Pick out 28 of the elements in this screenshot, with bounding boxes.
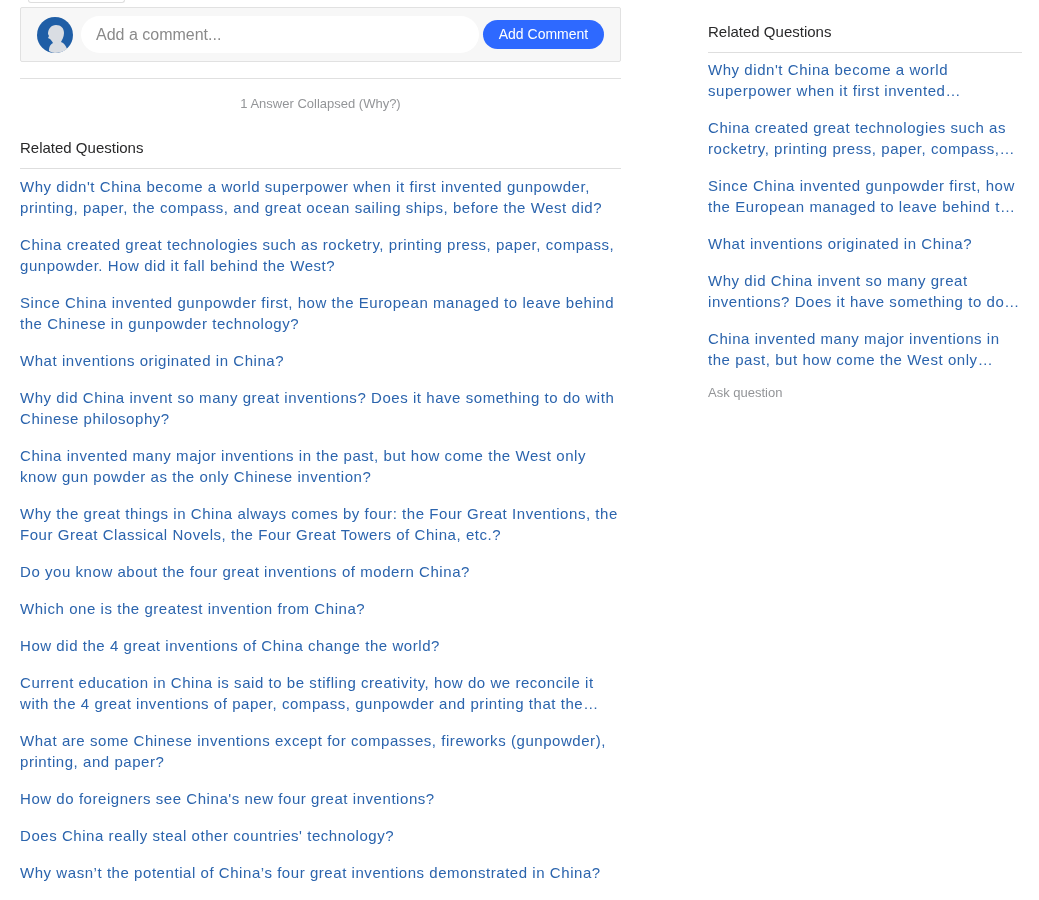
question-link[interactable]: Why didn't China become a world superpower when it first invented gunpowder, printing, paper, the compass, and great ocean sailing ships, before the West did?	[20, 176, 621, 218]
question-link[interactable]: China invented many major inventions in the past, but how come the West only…	[708, 328, 1022, 370]
cut-off-button[interactable]	[28, 0, 125, 3]
question-link[interactable]: Why the great things in China always comes by four: the Four Great Inventions, the Four Great Classical Novels, the Four Great Towers of China, etc.?	[20, 503, 621, 545]
question-link[interactable]: China created great technologies such as rocketry, printing press, paper, compass, gunpowder. How did it fall behind the West?	[20, 234, 621, 276]
question-link[interactable]: Why didn't China become a world superpower when it first invented…	[708, 59, 1022, 101]
question-link[interactable]: China invented many major inventions in the past, but how come the West only know gun powder as the only Chinese invention?	[20, 445, 621, 487]
question-link[interactable]: Current education in China is said to be stifling creativity, how do we reconcile it with the 4 great inventions of paper, compass, gunpowder and printing that the…	[20, 672, 621, 714]
section-heading: Related Questions	[20, 139, 144, 156]
section-heading: Related Questions	[708, 23, 832, 40]
add-comment-button[interactable]: Add Comment	[483, 20, 604, 49]
question-link[interactable]: Do you know about the four great inventions of modern China?	[20, 561, 621, 582]
question-link[interactable]: Why did China invent so many great inventions? Does it have something to do…	[708, 270, 1022, 312]
question-link[interactable]: What inventions originated in China?	[20, 350, 621, 371]
question-link[interactable]: Why wasn’t the potential of China’s four great inventions demonstrated in China?	[20, 862, 621, 883]
question-link[interactable]: Which one is the greatest invention from China?	[20, 598, 621, 619]
question-link[interactable]: Does China really steal other countries' technology?	[20, 825, 621, 846]
question-link[interactable]: China created great technologies such as rocketry, printing press, paper, compass,…	[708, 117, 1022, 159]
question-link[interactable]: Why did China invent so many great inventions? Does it have something to do with Chinese philosophy?	[20, 387, 621, 429]
question-link[interactable]: What inventions originated in China?	[708, 233, 1022, 254]
question-link[interactable]: Since China invented gunpowder first, how the European managed to leave behind t…	[708, 175, 1022, 217]
question-link[interactable]: How do foreigners see China's new four great inventions?	[20, 788, 621, 809]
avatar-icon	[37, 16, 73, 53]
question-link[interactable]: Since China invented gunpowder first, how the European managed to leave behind the Chinese in gunpowder technology?	[20, 292, 621, 334]
question-link[interactable]: What are some Chinese inventions except for compasses, fireworks (gunpowder), printing, and paper?	[20, 730, 621, 772]
ask-question-link[interactable]: Ask question	[708, 385, 783, 400]
comment-input[interactable]: Add a comment...	[81, 16, 479, 53]
question-link[interactable]: How did the 4 great inventions of China change the world?	[20, 635, 621, 656]
